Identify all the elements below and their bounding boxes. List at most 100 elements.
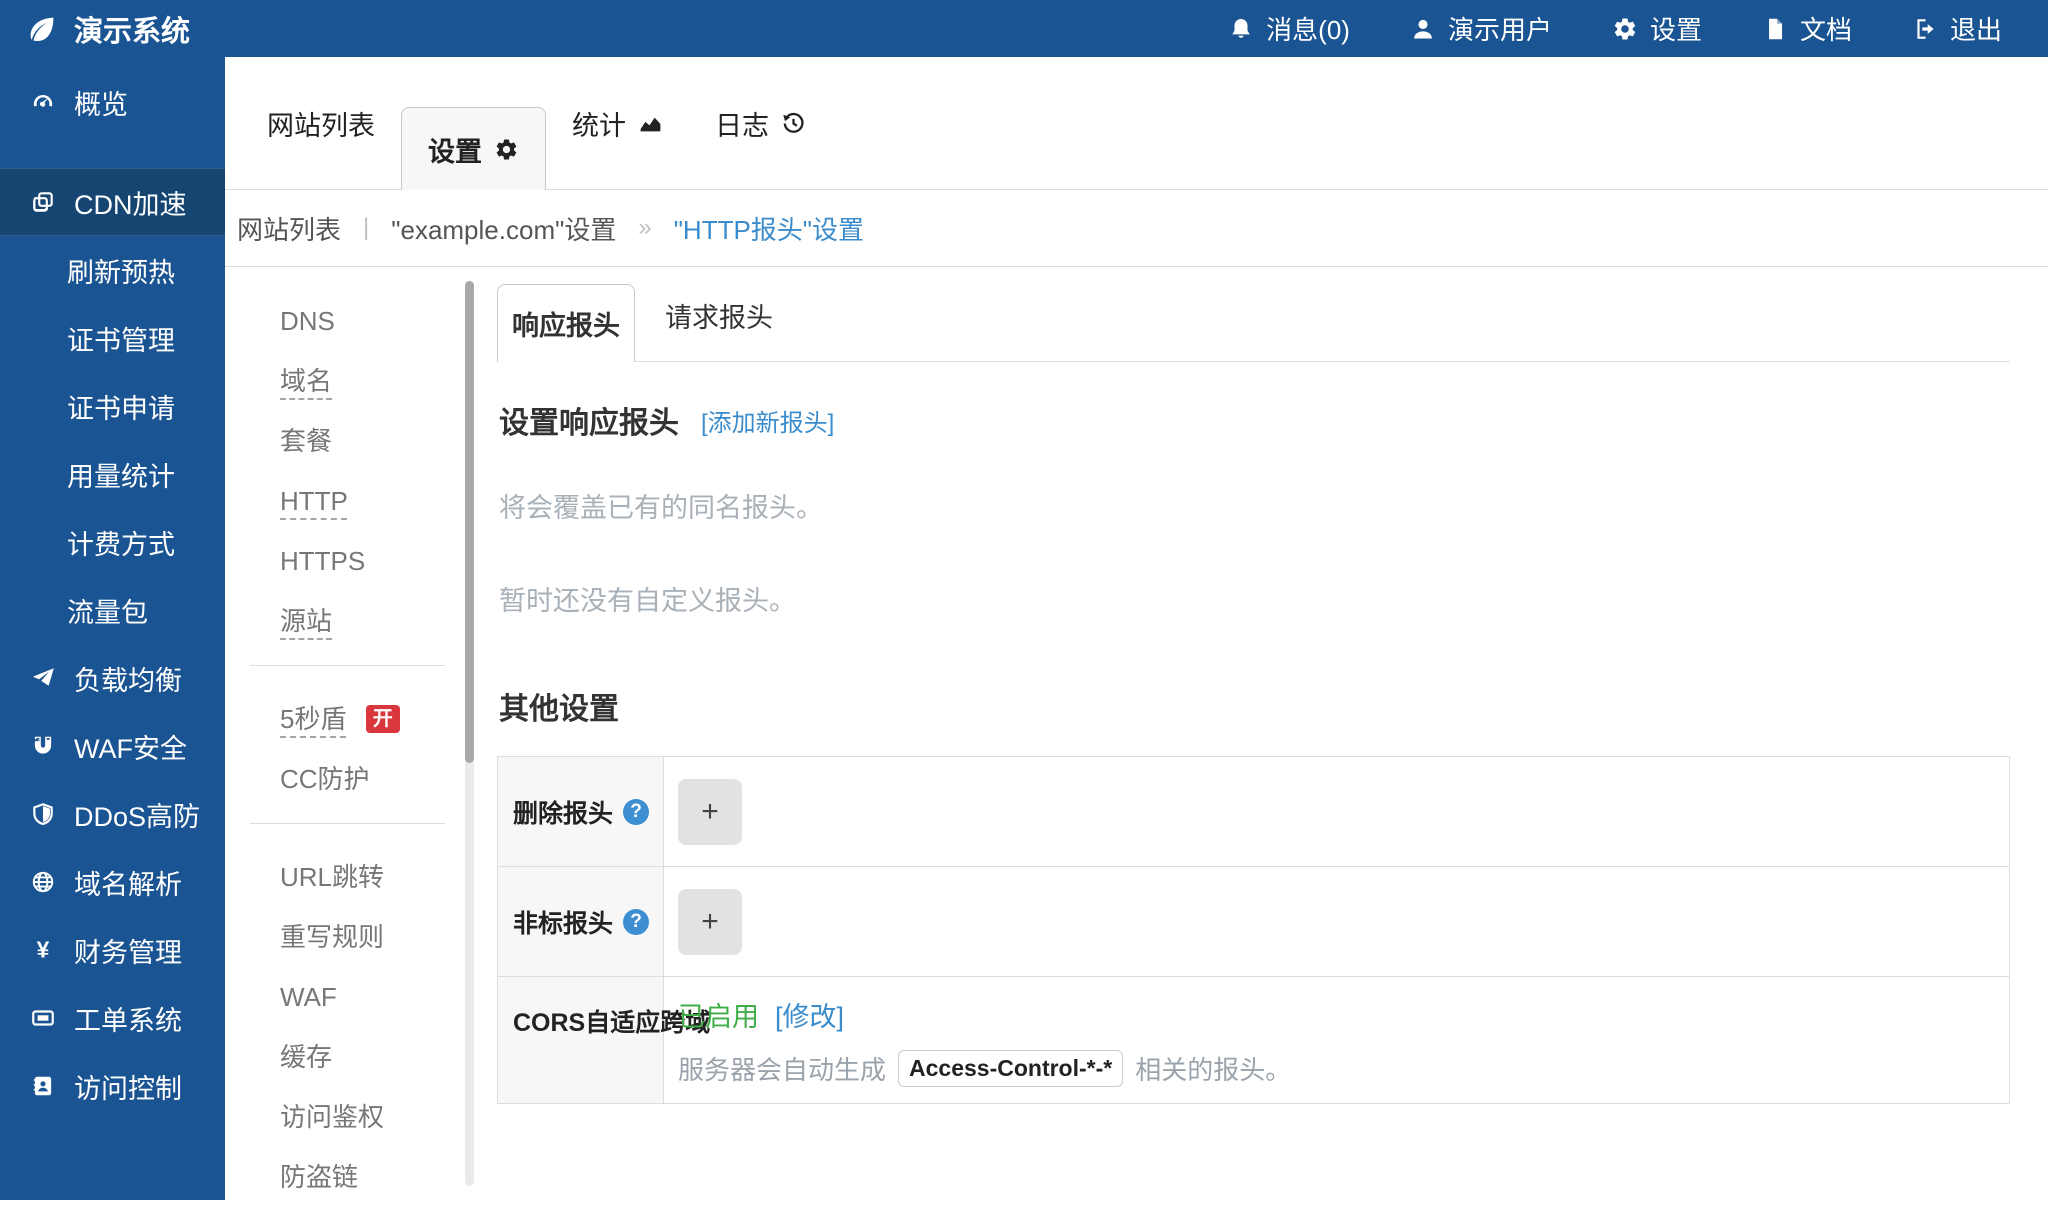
- sidebar-item[interactable]: ¥ 财务管理: [0, 916, 225, 984]
- subnav-item-重写规则[interactable]: 重写规则: [225, 907, 475, 967]
- topbar-item-label: 设置: [1650, 10, 1702, 47]
- other-settings-title: 其他设置: [497, 684, 2010, 728]
- headers-panel: 响应报头 请求报头 设置响应报头 [添加新报头] 将会覆盖已有的同名报头。 暂时…: [497, 268, 2010, 1104]
- sidebar-item[interactable]: 工单系统: [0, 984, 225, 1052]
- breadcrumb-item[interactable]: "HTTP报头"设置: [674, 210, 864, 247]
- subnav-item-label: 缓存: [280, 1042, 332, 1072]
- cors-status-line: 已启用 [修改]: [678, 995, 844, 1034]
- sidebar-item-label: 概览: [74, 83, 128, 122]
- sidebar-item[interactable]: 用量统计: [0, 440, 225, 508]
- cors-desc-prefix: 服务器会自动生成: [678, 1050, 886, 1087]
- help-icon[interactable]: ?: [623, 799, 649, 825]
- setting-label: 删除报头: [513, 794, 613, 830]
- header-type-tabs: 响应报头 请求报头: [497, 268, 2010, 362]
- sidebar-item[interactable]: WAF安全: [0, 712, 225, 780]
- sidebar-list: 概览 CDN加速 刷新预热 证书管理 证书申请: [0, 57, 225, 1120]
- add-new-header-link[interactable]: [添加新报头]: [701, 403, 834, 438]
- tab-日志[interactable]: 日志: [689, 57, 832, 189]
- sidebar-item[interactable]: 域名解析: [0, 848, 225, 916]
- svg-text:¥: ¥: [37, 937, 50, 963]
- topbar-item-signout[interactable]: 退出: [1912, 10, 2002, 47]
- subnav-item-缓存[interactable]: 缓存: [225, 1027, 475, 1087]
- subnav-item-HTTPS[interactable]: HTTPS: [225, 531, 475, 591]
- main-area: 网站列表 设置 统计 日志 网站列表 | "example.com"设置 » "HTTP…: [225, 57, 2048, 1200]
- cors-desc-suffix: 相关的报头。: [1135, 1050, 1291, 1087]
- sidebar-item[interactable]: CDN加速: [0, 168, 225, 236]
- tab-设置[interactable]: 设置: [401, 107, 546, 190]
- breadcrumb-separator: |: [363, 214, 369, 242]
- sidebar-item-label: 用量统计: [67, 455, 175, 494]
- ticket-icon: [28, 1005, 58, 1031]
- subnav-item-DNS[interactable]: DNS: [225, 291, 475, 351]
- topbar-item-gear[interactable]: 设置: [1612, 10, 1702, 47]
- signout-icon: [1912, 16, 1938, 42]
- subnav-item-CC防护[interactable]: CC防护: [225, 749, 475, 809]
- sidebar-item-label: CDN加速: [74, 183, 187, 222]
- subnav-item-label: 域名: [280, 366, 332, 396]
- sidebar-item-label: 域名解析: [74, 863, 182, 902]
- topbar-item-label: 消息(0): [1266, 10, 1350, 47]
- subnav-item-label: 重写规则: [280, 922, 384, 952]
- topbar-item-bell[interactable]: 消息(0): [1228, 10, 1350, 47]
- subnav-item-HTTP[interactable]: HTTP: [225, 471, 475, 531]
- add-header-button[interactable]: +: [678, 779, 742, 845]
- file-icon: [1762, 16, 1788, 42]
- subnav-scrollbar-thumb[interactable]: [465, 281, 474, 763]
- sidebar-item-label: 流量包: [67, 591, 148, 630]
- topbar-item-file[interactable]: 文档: [1762, 10, 1852, 47]
- subnav-item-5秒盾[interactable]: 5秒盾 开: [225, 689, 475, 749]
- sidebar-item[interactable]: 计费方式: [0, 508, 225, 576]
- gauge-icon: [28, 89, 58, 115]
- topbar-item-user[interactable]: 演示用户: [1410, 10, 1552, 47]
- app-title: 演示系统: [74, 8, 190, 50]
- sidebar-item[interactable]: 负载均衡: [0, 644, 225, 712]
- sidebar-item[interactable]: 流量包: [0, 576, 225, 644]
- topbar-item-label: 文档: [1800, 10, 1852, 47]
- subnav-item-label: 访问鉴权: [280, 1102, 384, 1132]
- subnav-group: URL跳转 重写规则 WAF 缓存 访问鉴权 防盗链: [225, 824, 475, 1207]
- content-area: DNS 域名 套餐 HTTP HTTPS 源站 5秒盾 开 CC防护: [225, 268, 2048, 1200]
- add-header-button[interactable]: +: [678, 889, 742, 955]
- sidebar-item[interactable]: 概览: [0, 68, 225, 136]
- subnav-item-URL跳转[interactable]: URL跳转: [225, 847, 475, 907]
- sidebar-item[interactable]: 访问控制: [0, 1052, 225, 1120]
- tab-网站列表[interactable]: 网站列表: [241, 57, 401, 189]
- tab-label: 设置: [428, 130, 482, 169]
- help-icon[interactable]: ?: [623, 909, 649, 935]
- setting-label-cell: 删除报头 ?: [498, 757, 664, 866]
- sidebar-item[interactable]: 证书申请: [0, 372, 225, 440]
- panel-tab-label: 响应报头: [512, 304, 620, 343]
- breadcrumb-item[interactable]: "example.com"设置: [391, 210, 616, 247]
- subnav-item-域名[interactable]: 域名: [225, 351, 475, 411]
- main-tabs: 网站列表 设置 统计 日志: [225, 57, 2048, 190]
- sidebar-item[interactable]: DDoS高防: [0, 780, 225, 848]
- subnav-item-源站[interactable]: 源站: [225, 591, 475, 651]
- tab-label: 网站列表: [267, 104, 375, 143]
- sidebar-item-label: 计费方式: [67, 523, 175, 562]
- topbar-menu: 消息(0) 演示用户 设置 文档 退出: [1228, 10, 2002, 47]
- subnav-item-套餐[interactable]: 套餐: [225, 411, 475, 471]
- subnav-item-WAF[interactable]: WAF: [225, 967, 475, 1027]
- tab-统计[interactable]: 统计: [546, 57, 689, 189]
- cors-description: 服务器会自动生成 Access-Control-*-* 相关的报头。: [678, 1050, 1291, 1087]
- settings-subnav: DNS 域名 套餐 HTTP HTTPS 源站 5秒盾 开 CC防护: [225, 268, 475, 1207]
- topbar-item-label: 退出: [1950, 10, 2002, 47]
- override-note: 将会覆盖已有的同名报头。: [497, 486, 2010, 525]
- sidebar-item[interactable]: 证书管理: [0, 304, 225, 372]
- cors-edit-link[interactable]: [修改]: [775, 995, 844, 1034]
- section-title: 设置响应报头: [499, 398, 679, 442]
- breadcrumb-separator: »: [638, 214, 651, 242]
- topbar: 演示系统 消息(0) 演示用户 设置 文档 退出: [0, 0, 2048, 57]
- subnav-group: 5秒盾 开 CC防护: [225, 666, 475, 809]
- sidebar-item[interactable]: 刷新预热: [0, 236, 225, 304]
- breadcrumb-item[interactable]: 网站列表: [237, 210, 341, 247]
- tab-label: 日志: [715, 104, 769, 143]
- settings-row: 删除报头 ? +: [498, 757, 2009, 867]
- setting-value-cell: +: [664, 757, 2009, 866]
- panel-tab-请求报头[interactable]: 请求报头: [635, 269, 803, 361]
- subnav-item-防盗链[interactable]: 防盗链: [225, 1147, 475, 1207]
- user-icon: [1410, 16, 1436, 42]
- subnav-item-访问鉴权[interactable]: 访问鉴权: [225, 1087, 475, 1147]
- panel-tab-响应报头[interactable]: 响应报头: [497, 284, 635, 362]
- subnav-item-label: 5秒盾: [280, 704, 346, 734]
